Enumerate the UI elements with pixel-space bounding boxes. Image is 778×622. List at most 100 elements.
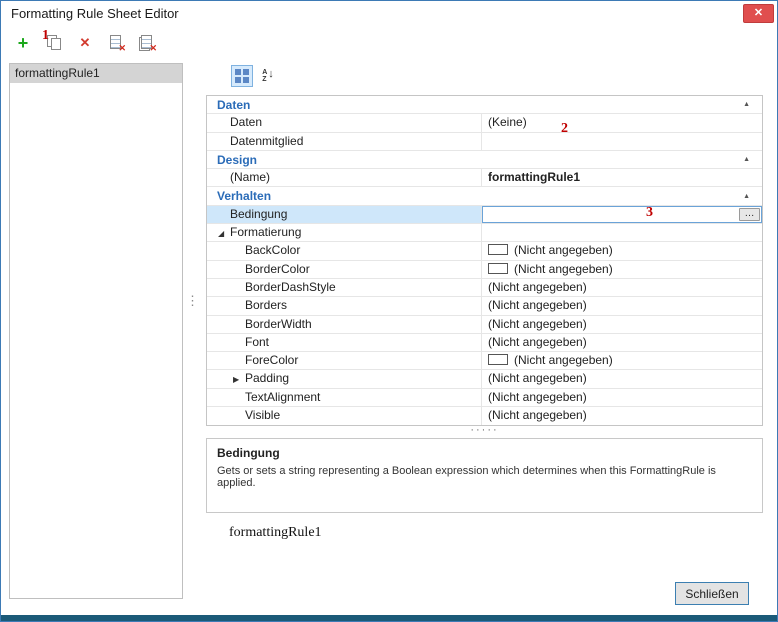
- category-label: Design: [217, 153, 743, 167]
- property-value-cell[interactable]: (Nicht angegeben): [482, 389, 762, 406]
- description-panel: Bedingung Gets or sets a string represen…: [206, 438, 763, 513]
- property-value: (Nicht angegeben): [514, 353, 613, 367]
- property-name-cell[interactable]: Datenmitglied: [207, 133, 482, 150]
- property-row[interactable]: BorderDashStyle (Nicht angegeben): [207, 279, 762, 297]
- categorized-view-button[interactable]: [231, 65, 253, 87]
- delete-rule-button[interactable]: ✕: [73, 31, 97, 55]
- property-row[interactable]: (Name) formattingRule1: [207, 169, 762, 187]
- property-value-cell[interactable]: (Nicht angegeben): [482, 334, 762, 351]
- property-name-cell[interactable]: Daten: [207, 114, 482, 131]
- property-value-cell[interactable]: [482, 224, 762, 241]
- sheet-delete-icon: ✕: [107, 34, 125, 52]
- property-name-cell[interactable]: ▶Padding: [207, 370, 482, 387]
- window-title: Formatting Rule Sheet Editor: [11, 1, 179, 27]
- property-value-cell[interactable]: [482, 133, 762, 150]
- property-row[interactable]: BorderWidth (Nicht angegeben): [207, 316, 762, 334]
- vertical-splitter[interactable]: ⋮: [186, 296, 199, 306]
- title-bar: Formatting Rule Sheet Editor ✕: [1, 1, 777, 27]
- categorized-icon: [235, 69, 249, 83]
- description-text: Gets or sets a string representing a Boo…: [207, 463, 762, 491]
- rule-list[interactable]: formattingRule1: [9, 63, 183, 599]
- ellipsis-button[interactable]: …: [739, 208, 760, 221]
- property-value: (Nicht angegeben): [488, 317, 587, 331]
- property-value-cell[interactable]: (Keine): [482, 114, 762, 131]
- property-row[interactable]: Daten (Keine): [207, 114, 762, 132]
- property-value: formattingRule1: [488, 170, 580, 184]
- property-row[interactable]: Visible (Nicht angegeben): [207, 407, 762, 425]
- category-row[interactable]: Daten▲: [207, 96, 762, 114]
- property-name-cell[interactable]: (Name): [207, 169, 482, 186]
- property-row[interactable]: Font(Nicht angegeben): [207, 334, 762, 352]
- property-value-cell[interactable]: formattingRule1: [482, 169, 762, 186]
- property-value-cell[interactable]: (Nicht angegeben): [482, 352, 762, 369]
- property-name-cell[interactable]: Font: [207, 334, 482, 351]
- property-row[interactable]: ▶Padding(Nicht angegeben): [207, 370, 762, 388]
- property-row[interactable]: BackColor (Nicht angegeben): [207, 242, 762, 260]
- rule-toolbar: + ✕ ✕ ✕: [11, 31, 159, 57]
- property-name: BorderColor: [245, 262, 310, 276]
- property-value-cell[interactable]: (Nicht angegeben): [482, 279, 762, 296]
- property-name-cell[interactable]: Borders: [207, 297, 482, 314]
- property-name: Datenmitglied: [230, 134, 303, 148]
- property-value-cell[interactable]: (Nicht angegeben): [482, 261, 762, 278]
- property-name: BackColor: [245, 243, 300, 257]
- color-swatch-icon: [488, 263, 508, 274]
- property-name: Padding: [245, 371, 289, 385]
- sort-az-button[interactable]: AZ↓: [257, 65, 279, 87]
- collapse-icon[interactable]: ▲: [743, 156, 750, 163]
- add-rule-button[interactable]: +: [11, 31, 35, 55]
- schliessen-button[interactable]: Schließen: [675, 582, 749, 605]
- property-value: (Keine): [488, 115, 527, 129]
- property-name-cell[interactable]: BackColor: [207, 242, 482, 259]
- close-icon: ✕: [754, 8, 763, 19]
- property-row[interactable]: BorderColor (Nicht angegeben): [207, 261, 762, 279]
- property-name-cell[interactable]: ◢Formatierung: [207, 224, 482, 241]
- sort-az-icon: AZ↓: [262, 69, 274, 83]
- property-name-cell[interactable]: Visible: [207, 407, 482, 425]
- property-name: TextAlignment: [245, 390, 320, 404]
- property-name: BorderDashStyle: [245, 280, 336, 294]
- category-row[interactable]: Verhalten▲: [207, 187, 762, 205]
- rule-preview-text: formattingRule1: [229, 525, 322, 541]
- property-grid-toolbar: AZ↓: [231, 65, 279, 87]
- property-row[interactable]: Borders (Nicht angegeben): [207, 297, 762, 315]
- property-value-cell[interactable]: (Nicht angegeben): [482, 316, 762, 333]
- property-row[interactable]: Datenmitglied: [207, 133, 762, 151]
- category-row[interactable]: Design▲: [207, 151, 762, 169]
- property-name-cell[interactable]: BorderWidth: [207, 316, 482, 333]
- collapse-icon[interactable]: ▲: [743, 101, 750, 108]
- property-row[interactable]: Bedingung …: [207, 206, 762, 224]
- delete-icon: ✕: [80, 35, 91, 51]
- property-value: (Nicht angegeben): [488, 408, 587, 422]
- property-value-cell[interactable]: (Nicht angegeben): [482, 242, 762, 259]
- property-value: (Nicht angegeben): [488, 298, 587, 312]
- property-name: Bedingung: [230, 207, 287, 221]
- collapse-icon[interactable]: ▲: [743, 193, 750, 200]
- plus-icon: +: [18, 33, 29, 54]
- property-value-cell[interactable]: (Nicht angegeben): [482, 407, 762, 425]
- close-button[interactable]: ✕: [743, 4, 774, 23]
- property-grid: Daten▲Daten(Keine)DatenmitgliedDesign▲(N…: [206, 95, 763, 426]
- property-value-cell[interactable]: …: [482, 206, 762, 223]
- description-splitter[interactable]: ·····: [206, 425, 763, 436]
- color-swatch-icon: [488, 354, 508, 365]
- collapsed-icon[interactable]: ▶: [233, 371, 245, 387]
- delete-sheet-button[interactable]: ✕: [104, 31, 128, 55]
- rule-list-item[interactable]: formattingRule1: [10, 64, 182, 83]
- property-row[interactable]: ◢Formatierung: [207, 224, 762, 242]
- property-value-cell[interactable]: (Nicht angegeben): [482, 370, 762, 387]
- property-name-cell[interactable]: BorderColor: [207, 261, 482, 278]
- property-value-cell[interactable]: (Nicht angegeben): [482, 297, 762, 314]
- property-name: Formatierung: [230, 225, 301, 239]
- property-row[interactable]: TextAlignment (Nicht angegeben): [207, 389, 762, 407]
- property-name-cell[interactable]: Bedingung: [207, 206, 482, 223]
- property-name-cell[interactable]: BorderDashStyle: [207, 279, 482, 296]
- description-title: Bedingung: [207, 439, 762, 463]
- property-name: Daten: [230, 115, 262, 129]
- property-row[interactable]: ForeColor (Nicht angegeben): [207, 352, 762, 370]
- expanded-icon[interactable]: ◢: [218, 225, 230, 241]
- property-name-cell[interactable]: ForeColor: [207, 352, 482, 369]
- annotation-marker-3: 3: [646, 206, 653, 220]
- delete-all-sheets-button[interactable]: ✕: [135, 31, 159, 55]
- property-name-cell[interactable]: TextAlignment: [207, 389, 482, 406]
